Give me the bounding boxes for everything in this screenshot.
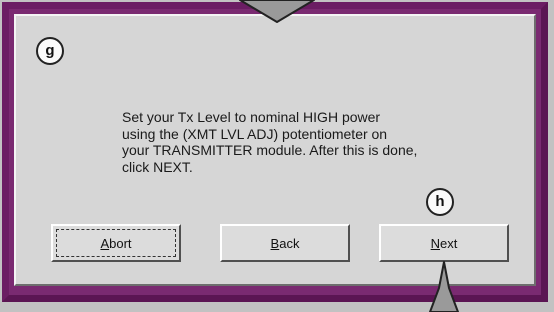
callout-g-badge: g <box>36 37 64 65</box>
next-button[interactable]: Next <box>379 224 509 262</box>
abort-label-rest: bort <box>109 235 132 251</box>
abort-button[interactable]: Abort <box>51 224 181 262</box>
message-line-2: using the (XMT LVL ADJ) potentiometer on <box>122 125 388 142</box>
next-button-label: Next <box>431 236 458 251</box>
message-line-1: Set your Tx Level to nominal HIGH power <box>122 109 381 125</box>
message-line-3: your TRANSMITTER module. After this is d… <box>122 142 418 158</box>
abort-button-label: Abort <box>100 236 131 251</box>
back-button[interactable]: Back <box>220 224 350 262</box>
abort-mnemonic: A <box>100 235 110 251</box>
next-label-rest: ext <box>440 235 458 251</box>
next-mnemonic: N <box>430 235 441 251</box>
instruction-message: Set your Tx Level to nominal HIGH power … <box>122 109 462 175</box>
message-line-4: click NEXT. <box>122 158 193 175</box>
callout-h-badge: h <box>426 188 454 216</box>
back-mnemonic: B <box>270 235 280 251</box>
back-button-label: Back <box>271 236 300 251</box>
back-label-rest: ack <box>279 235 300 251</box>
